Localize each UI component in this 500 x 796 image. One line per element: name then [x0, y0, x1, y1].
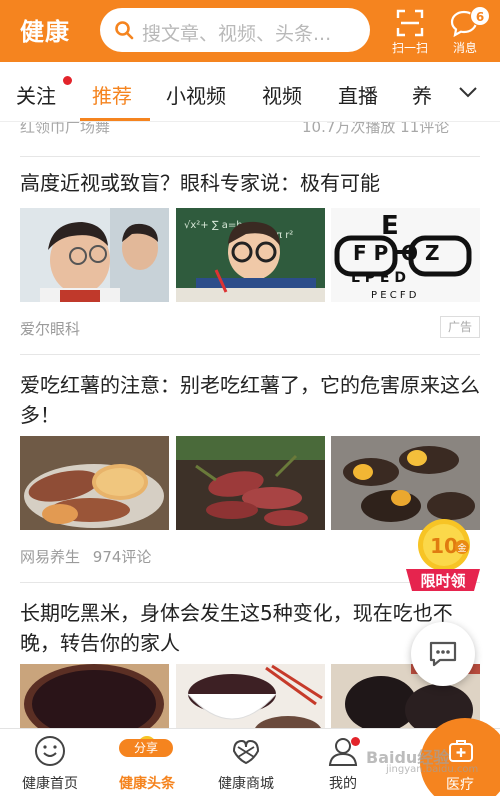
- nav-label: 健康商城: [218, 776, 274, 792]
- comment-fab[interactable]: [411, 622, 475, 686]
- article-title[interactable]: 爱吃红薯的注意：别老吃红薯了，它的危害原来这么多！: [20, 370, 480, 430]
- article-source: 爱尔眼科: [20, 320, 81, 338]
- tab-video[interactable]: 视频: [262, 80, 302, 109]
- promo-label: 限时领: [420, 572, 465, 590]
- coin-icon: 10 金 限时领: [406, 519, 480, 591]
- svg-text:P E C F D: P E C F D: [371, 290, 417, 301]
- thumbnail-sweet-potatoes-soil: [176, 436, 325, 530]
- top-header: 健康 搜文章、视频、头条... 扫一扫 6 消息: [0, 0, 500, 62]
- nav-label: 健康头条: [119, 776, 175, 792]
- partial-item-meta: 红领巾广场舞 10.7万次播放 11评论: [20, 122, 480, 142]
- tab-short-video[interactable]: 小视频: [166, 80, 226, 109]
- search-icon: [115, 21, 134, 40]
- thumbnail-black-rice-cup: [176, 664, 325, 728]
- nav-health-home[interactable]: 健康首页: [0, 729, 100, 796]
- partial-item-source: 红领巾广场舞: [20, 122, 111, 136]
- thumbnail-black-rice-bowl: [20, 664, 169, 728]
- scan-icon: [396, 9, 424, 37]
- thumbnail-eye-chart: E F P O Z L P E D P E C F D: [331, 208, 480, 302]
- divider: [20, 354, 480, 355]
- scan-label: 扫一扫: [391, 41, 428, 55]
- promo-unit: 金: [457, 542, 466, 554]
- article-title[interactable]: 高度近视或致盲？眼科专家说：极有可能: [20, 168, 480, 198]
- nav-label: 医疗: [446, 777, 474, 793]
- article-thumbnails[interactable]: √x²+ ∑ a=b π r² E F P O Z L P E D P E C …: [20, 208, 480, 302]
- thumbnail-boy-writing: √x²+ ∑ a=b π r²: [176, 208, 325, 302]
- chat-bubble-icon: [429, 641, 457, 667]
- ad-badge: 广告: [440, 316, 480, 338]
- partial-item-stats: 10.7万次播放 11评论: [302, 122, 450, 136]
- share-badge: 分享: [119, 739, 173, 757]
- nav-label: 我的: [329, 776, 357, 792]
- article-source: 网易养生: [20, 548, 81, 566]
- article-comments: 974评论: [92, 548, 152, 566]
- search-placeholder: 搜文章、视频、头条...: [142, 23, 332, 45]
- heart-link-icon: [232, 739, 260, 765]
- nav-health-mall[interactable]: 健康商城: [196, 729, 296, 796]
- promo-amount: 10: [430, 534, 458, 558]
- thumbnail-boy-looking-up: [20, 208, 169, 302]
- nav-label: 健康首页: [22, 776, 78, 792]
- thumbnail-sweet-potatoes-plate: [20, 436, 169, 530]
- article-thumbnails[interactable]: [20, 664, 480, 728]
- search-bar[interactable]: 搜文章、视频、头条...: [100, 8, 370, 52]
- medical-kit-icon: [449, 740, 473, 762]
- article-meta: 网易养生 974评论: [20, 546, 151, 567]
- message-button[interactable]: 6 消息: [443, 6, 490, 56]
- promo-coin-badge[interactable]: 10 金 限时领: [404, 515, 482, 593]
- watermark-sub: jingyan.baidu.com: [386, 764, 479, 775]
- svg-text:F P: F P: [353, 241, 388, 265]
- message-label: 消息: [452, 41, 477, 55]
- nav-mine-dot: [351, 737, 360, 746]
- app-logo: 健康: [20, 18, 70, 46]
- divider: [20, 156, 480, 157]
- smiley-icon: [35, 736, 65, 766]
- chevron-down-icon[interactable]: [458, 82, 478, 102]
- tab-follow[interactable]: 关注: [16, 80, 56, 109]
- message-count-badge: 6: [470, 6, 490, 26]
- category-tabs: 关注 推荐 小视频 视频 直播 养: [0, 62, 500, 122]
- tab-live[interactable]: 直播: [338, 80, 378, 109]
- tab-recommend[interactable]: 推荐: [92, 80, 132, 109]
- app-screen: 健康 搜文章、视频、头条... 扫一扫 6 消息 关注 推荐 小视频 视频 直播…: [0, 0, 500, 796]
- tab-health[interactable]: 养: [412, 80, 432, 109]
- active-tab-indicator: [80, 118, 150, 121]
- tab-follow-dot: [63, 76, 72, 85]
- scan-button[interactable]: 扫一扫: [388, 6, 432, 56]
- nav-health-headlines[interactable]: ¥ 分享 健康头条: [97, 729, 197, 796]
